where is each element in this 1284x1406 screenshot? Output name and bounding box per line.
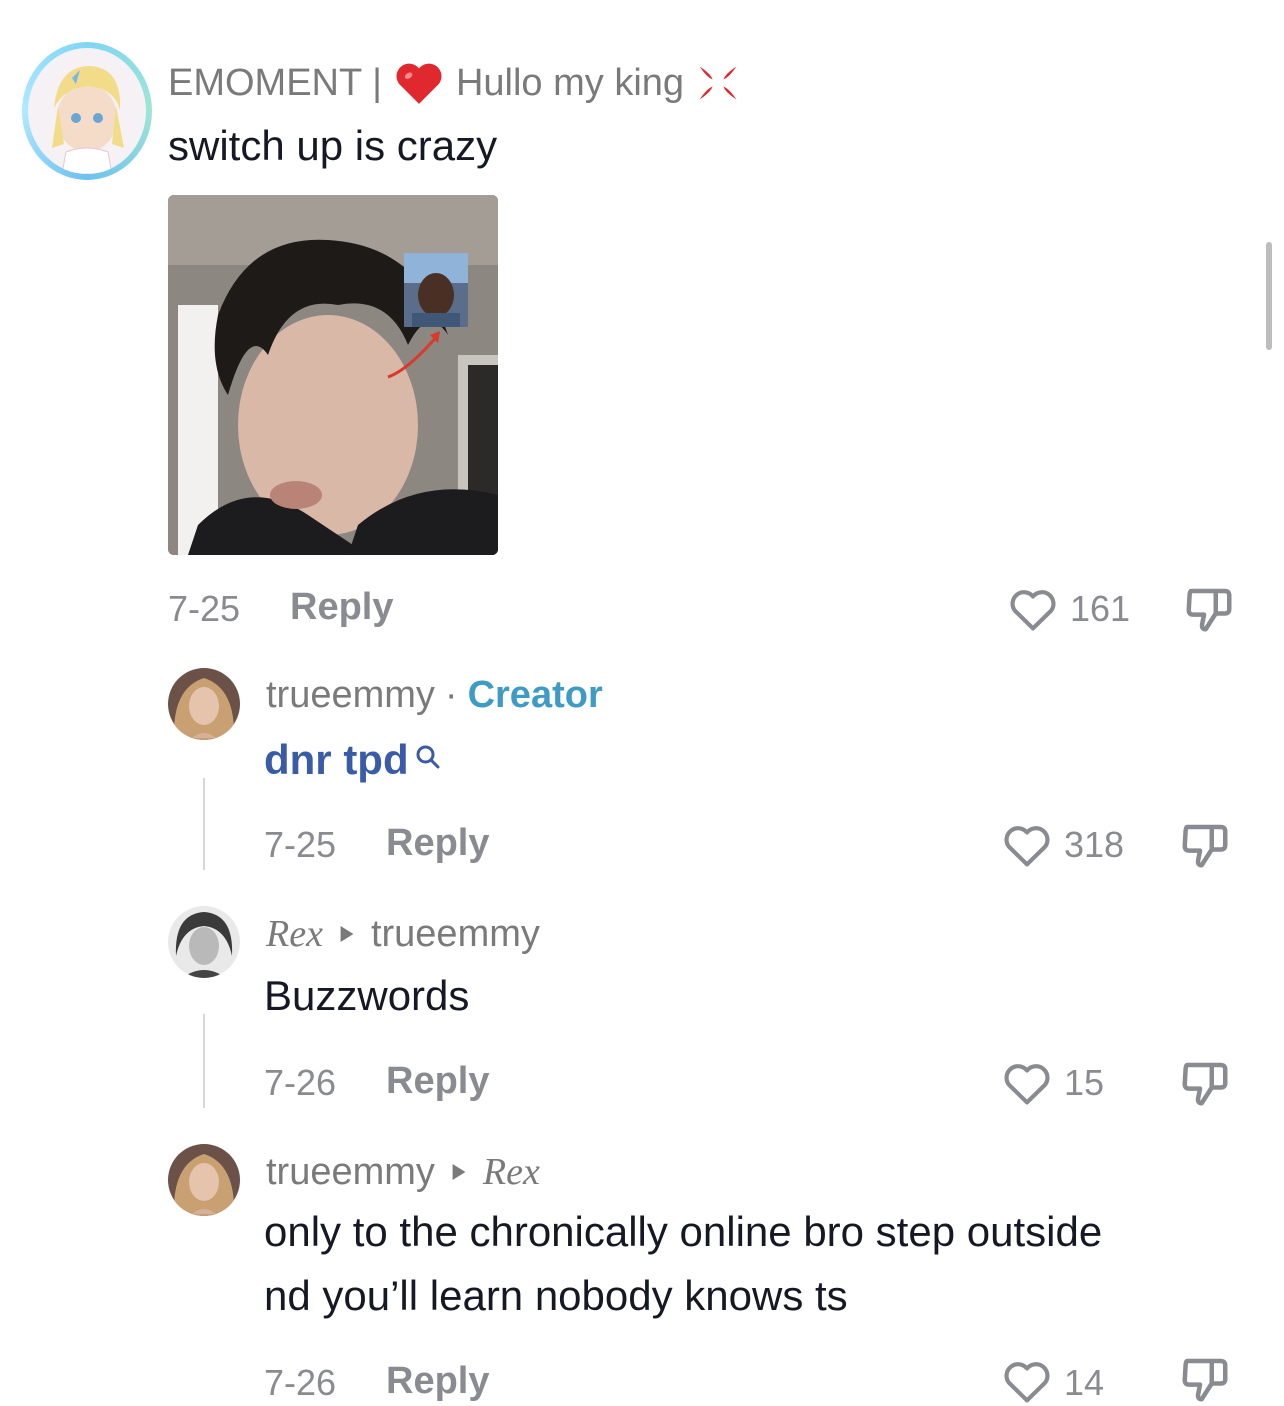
thread-line — [203, 1014, 205, 1108]
like-count: 15 — [1064, 1062, 1105, 1103]
comment-text: Buzzwords — [264, 972, 470, 1019]
search-link[interactable]: dnr tpd — [264, 736, 409, 784]
dislike-icon[interactable] — [1178, 820, 1232, 870]
heart-emoji-icon — [396, 63, 442, 104]
like-heart-icon[interactable] — [1002, 822, 1052, 868]
reply-arrow-icon — [340, 926, 354, 942]
avatar[interactable] — [168, 906, 240, 978]
comment-text: switch up is crazy — [168, 122, 498, 169]
like-count: 161 — [1070, 588, 1131, 629]
comment-username-suffix[interactable]: Hullo my king — [456, 62, 684, 105]
reply-to-username[interactable]: trueemmy — [371, 913, 540, 956]
reply-arrow-icon — [452, 1164, 466, 1180]
like-count: 318 — [1064, 824, 1125, 865]
comment-username[interactable]: trueemmy — [266, 1151, 435, 1194]
creator-badge: Creator — [467, 674, 603, 716]
comment-date: 7-26 — [264, 1362, 337, 1403]
anger-emoji-icon — [699, 66, 737, 100]
reply-button[interactable]: Reply — [386, 1060, 489, 1103]
dislike-icon[interactable] — [1182, 584, 1236, 634]
like-heart-icon[interactable] — [1002, 1060, 1052, 1106]
comment-text-line-1: only to the chronically online bro step … — [264, 1208, 1103, 1255]
comment-username[interactable]: Rex — [266, 912, 323, 956]
comment-username[interactable]: trueemmy — [266, 674, 435, 717]
comment-date: 7-26 — [264, 1062, 337, 1103]
like-heart-icon[interactable] — [1008, 586, 1058, 632]
comment-text-line-2: nd you’ll learn nobody knows ts — [264, 1272, 848, 1319]
comment-image[interactable] — [168, 195, 498, 555]
reply-button[interactable]: Reply — [290, 586, 393, 629]
like-count: 14 — [1064, 1362, 1105, 1403]
thread-line — [203, 778, 205, 870]
comment-date: 7-25 — [264, 824, 337, 865]
like-heart-icon[interactable] — [1002, 1358, 1052, 1404]
scrollbar[interactable] — [1266, 242, 1272, 350]
search-icon[interactable] — [413, 742, 443, 772]
reply-button[interactable]: Reply — [386, 822, 489, 865]
avatar[interactable] — [168, 668, 240, 740]
avatar[interactable] — [22, 42, 152, 180]
comment-date: 7-25 — [168, 588, 241, 629]
dislike-icon[interactable] — [1178, 1354, 1232, 1404]
dislike-icon[interactable] — [1178, 1058, 1232, 1108]
avatar[interactable] — [168, 1144, 240, 1216]
reply-to-username[interactable]: Rex — [483, 1150, 540, 1194]
separator-dot: · — [444, 674, 458, 716]
comment-username[interactable]: EMOMENT | — [168, 62, 382, 105]
reply-button[interactable]: Reply — [386, 1360, 489, 1403]
